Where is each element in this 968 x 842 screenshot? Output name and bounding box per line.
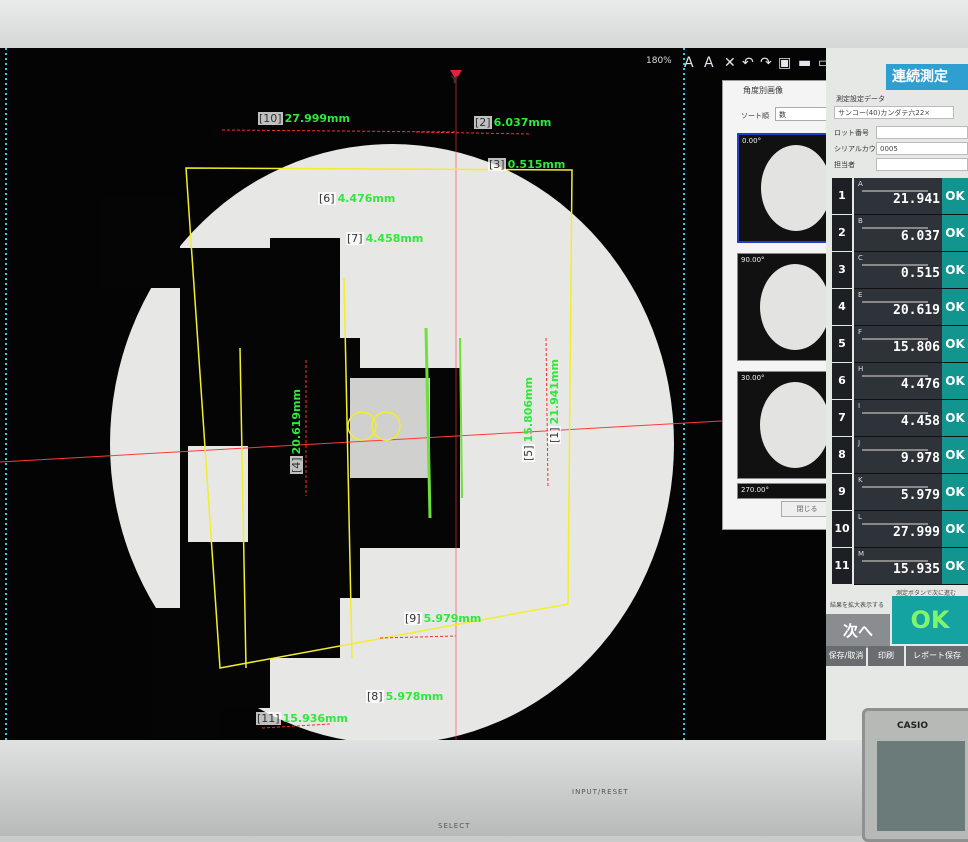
thumbnail[interactable]: 90.00° <box>737 253 835 361</box>
serial-counter-input[interactable]: 0005 <box>876 142 968 155</box>
result-row[interactable]: 4 E 20.619 OK <box>832 289 968 326</box>
measurement-label[interactable]: [4]20.619mm <box>290 389 303 474</box>
measurement-label[interactable]: [11] 15.936mm <box>256 712 348 725</box>
measurement-label[interactable]: [7] 4.458mm <box>346 232 423 245</box>
thumbnail[interactable]: 0.00° <box>737 133 837 243</box>
measurement-label[interactable]: [5]15.806mm <box>522 377 535 462</box>
report-save-button[interactable]: レポート保存 <box>906 646 968 666</box>
measurement-label[interactable]: [6] 4.476mm <box>318 192 395 205</box>
thumbnail[interactable]: 30.00° <box>737 371 835 479</box>
y-axis-label: Y <box>451 75 459 86</box>
settings-label: 測定設定データ <box>836 95 885 103</box>
zoom-level[interactable]: 180% <box>646 56 672 66</box>
result-row[interactable]: 9 K 5.979 OK <box>832 474 968 511</box>
result-row[interactable]: 7 I 4.458 OK <box>832 400 968 437</box>
measurement-label[interactable]: [10] 27.999mm <box>258 112 350 125</box>
lot-number-input[interactable] <box>876 126 968 139</box>
enlarge-checkbox[interactable]: 結果を拡大表示する <box>830 600 884 609</box>
preset-select[interactable]: サンコー(40)カンダテ六22× <box>834 106 954 119</box>
optical-viewer[interactable] <box>0 48 826 760</box>
monitor-bezel-bottom: SELECT INPUT/RESET <box>0 740 968 836</box>
field-label: 担当者 <box>834 161 855 169</box>
close-icon[interactable]: ✕ <box>724 54 736 72</box>
redo-icon[interactable]: ↷ <box>760 54 772 72</box>
text-icon[interactable]: A <box>684 54 694 72</box>
select-label: SELECT <box>438 822 471 830</box>
field-label: ロット番号 <box>834 129 869 137</box>
save-button[interactable]: 保存/取消 <box>826 646 866 666</box>
input-reset-label: INPUT/RESET <box>572 788 629 796</box>
result-row[interactable]: 5 F 15.806 OK <box>832 326 968 363</box>
results-panel: 連続測定 測定設定データ サンコー(40)カンダテ六22× ロット番号 シリアル… <box>826 48 968 760</box>
text-alt-icon[interactable]: A <box>704 54 714 72</box>
next-button[interactable]: 次へ <box>826 614 890 648</box>
thumbnail[interactable]: 270.00° <box>737 483 835 499</box>
result-row[interactable]: 6 H 4.476 OK <box>832 363 968 400</box>
result-row[interactable]: 1 A 21.941 OK <box>832 178 968 215</box>
print-button[interactable]: 印刷 <box>868 646 904 666</box>
result-row[interactable]: 11 M 15.935 OK <box>832 548 968 585</box>
result-row[interactable]: 2 B 6.037 OK <box>832 215 968 252</box>
undo-icon[interactable]: ↶ <box>742 54 754 72</box>
continuous-measure-title[interactable]: 連続測定 <box>886 64 968 90</box>
measurement-label[interactable]: [8] 5.978mm <box>366 690 443 703</box>
measurement-label[interactable]: [9] 5.979mm <box>404 612 481 625</box>
measurement-label[interactable]: [2] 6.037mm <box>474 116 551 129</box>
panel-title: 角度別画像 <box>743 86 783 95</box>
overall-result: OK <box>892 596 968 644</box>
result-row[interactable]: 3 C 0.515 OK <box>832 252 968 289</box>
result-row[interactable]: 10 L 27.999 OK <box>832 511 968 548</box>
measurement-label[interactable]: [1]21.941mm <box>548 359 561 444</box>
desk-clock: CASIO <box>862 708 968 842</box>
operator-input[interactable] <box>876 158 968 171</box>
save-icon[interactable]: ▬ <box>798 54 811 72</box>
sort-label: ソート順 <box>741 112 769 120</box>
monitor-bezel-top <box>0 0 968 48</box>
result-row[interactable]: 8 J 9.978 OK <box>832 437 968 474</box>
measurement-label[interactable]: [3] 0.515mm <box>488 158 565 171</box>
clock-brand: CASIO <box>897 721 929 731</box>
clock-display <box>877 741 965 831</box>
image-icon[interactable]: ▣ <box>778 54 791 72</box>
